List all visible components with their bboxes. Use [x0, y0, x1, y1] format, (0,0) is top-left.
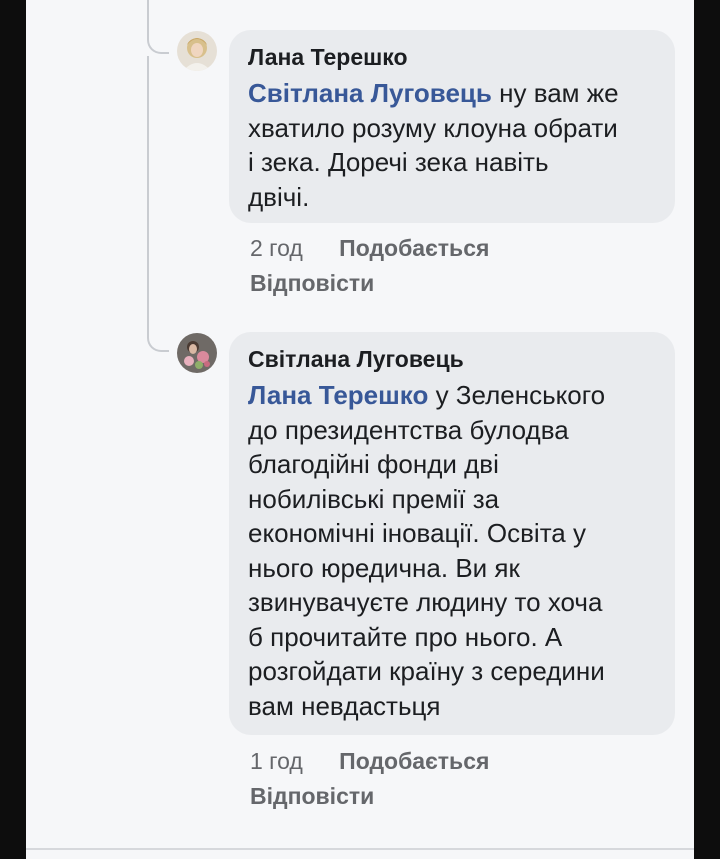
like-button[interactable]: Подобається	[339, 235, 489, 261]
comment-meta: 2 год Подобається Відповісти	[250, 231, 489, 301]
comment-time[interactable]: 1 год	[250, 748, 303, 774]
comment-bubble: Лана Терешко Світлана Луговець ну вам же…	[229, 30, 675, 223]
avatar[interactable]	[177, 31, 217, 71]
comment-text: Лана Терешко у Зеленського до президентс…	[248, 378, 657, 723]
mention-link[interactable]: Світлана Луговець	[248, 78, 492, 108]
mention-link[interactable]: Лана Терешко	[248, 380, 428, 410]
comment-text: Світлана Луговець ну вам же хватило розу…	[248, 76, 657, 214]
reply-button[interactable]: Відповісти	[250, 779, 489, 814]
like-button[interactable]: Подобається	[339, 748, 489, 774]
comment-author[interactable]: Лана Терешко	[248, 42, 657, 72]
comment-body: у Зеленського до президентства булодва б…	[248, 380, 606, 721]
thread-line	[147, 56, 149, 336]
avatar[interactable]	[177, 333, 217, 373]
comment-bubble: Світлана Луговець Лана Терешко у Зеленсь…	[229, 332, 675, 735]
comment-time[interactable]: 2 год	[250, 235, 303, 261]
comment-author[interactable]: Світлана Луговець	[248, 344, 657, 374]
comment-meta: 1 год Подобається Відповісти	[250, 744, 489, 814]
reply-button[interactable]: Відповісти	[250, 266, 489, 301]
divider	[26, 848, 694, 850]
thread-line	[147, 0, 149, 40]
